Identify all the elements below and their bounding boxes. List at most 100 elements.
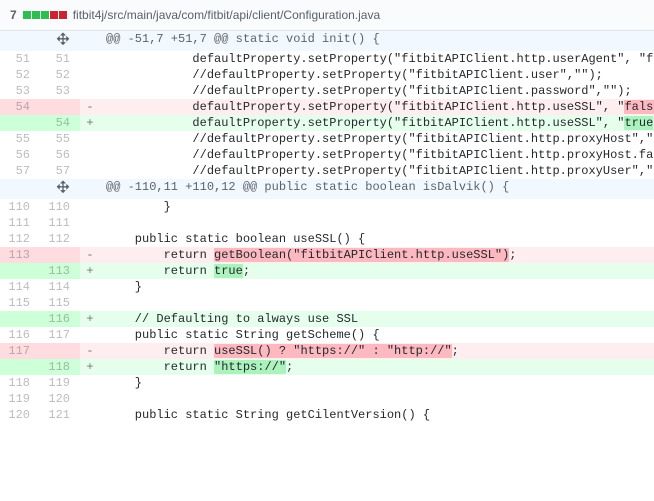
diff-line: 5555 //defaultProperty.setProperty("fitb… — [0, 131, 654, 147]
new-line-number[interactable]: 117 — [40, 327, 80, 343]
new-line-number[interactable]: 119 — [40, 375, 80, 391]
old-line-number[interactable]: 118 — [0, 375, 40, 391]
expand-hunk-button[interactable] — [0, 179, 80, 199]
new-line-number[interactable]: 52 — [40, 67, 80, 83]
diff-line: 54+ defaultProperty.setProperty("fitbitA… — [0, 115, 654, 131]
diff-line: 116117 public static String getScheme() … — [0, 327, 654, 343]
old-line-number[interactable] — [0, 359, 40, 375]
new-line-number[interactable] — [40, 99, 80, 115]
diff-marker — [80, 83, 100, 99]
diff-table: @@ -51,7 +51,7 @@ static void init() {51… — [0, 31, 654, 423]
old-line-number[interactable] — [0, 311, 40, 327]
code-content: public static String getScheme() { — [100, 327, 654, 343]
diff-line: 5151 defaultProperty.setProperty("fitbit… — [0, 51, 654, 67]
old-line-number[interactable]: 119 — [0, 391, 40, 407]
diff-marker — [80, 375, 100, 391]
new-line-number[interactable]: 113 — [40, 263, 80, 279]
new-line-number[interactable] — [40, 343, 80, 359]
old-line-number[interactable] — [0, 115, 40, 131]
diff-marker — [80, 407, 100, 423]
code-content: } — [100, 279, 654, 295]
new-line-number[interactable]: 57 — [40, 163, 80, 179]
file-path[interactable]: fitbit4j/src/main/java/com/fitbit/api/cl… — [73, 8, 380, 22]
diff-block-add — [41, 11, 49, 19]
expand-hunk-button[interactable] — [0, 31, 80, 51]
code-content: //defaultProperty.setProperty("fitbitAPI… — [100, 131, 654, 147]
new-line-number[interactable]: 53 — [40, 83, 80, 99]
diff-line: 113+ return true; — [0, 263, 654, 279]
code-content: } — [100, 375, 654, 391]
diff-line: 5353 //defaultProperty.setProperty("fitb… — [0, 83, 654, 99]
hunk-header: @@ -51,7 +51,7 @@ static void init() { — [100, 31, 654, 51]
code-content: public static boolean useSSL() { — [100, 231, 654, 247]
new-line-number[interactable]: 120 — [40, 391, 80, 407]
code-content: defaultProperty.setProperty("fitbitAPICl… — [100, 115, 654, 131]
diff-marker — [80, 131, 100, 147]
old-line-number[interactable]: 115 — [0, 295, 40, 311]
code-content: //defaultProperty.setProperty("fitbitAPI… — [100, 83, 654, 99]
diff-block-add — [32, 11, 40, 19]
inline-diff-highlight: true — [624, 116, 653, 130]
code-content: // Defaulting to always use SSL — [100, 311, 654, 327]
diff-line: 118119 } — [0, 375, 654, 391]
old-line-number[interactable]: 53 — [0, 83, 40, 99]
diff-marker: - — [80, 99, 100, 115]
code-content: //defaultProperty.setProperty("fitbitAPI… — [100, 67, 654, 83]
diff-line: 112112 public static boolean useSSL() { — [0, 231, 654, 247]
diff-change-count: 7 — [10, 8, 17, 22]
diff-marker: + — [80, 263, 100, 279]
new-line-number[interactable]: 56 — [40, 147, 80, 163]
old-line-number[interactable]: 117 — [0, 343, 40, 359]
diff-marker — [80, 199, 100, 215]
old-line-number[interactable]: 114 — [0, 279, 40, 295]
diff-block-del — [50, 11, 58, 19]
old-line-number[interactable]: 51 — [0, 51, 40, 67]
diff-marker — [80, 391, 100, 407]
diff-line: 120121 public static String getCilentVer… — [0, 407, 654, 423]
diff-line: 117- return useSSL() ? "https://" : "htt… — [0, 343, 654, 359]
code-content: return "https://"; — [100, 359, 654, 375]
old-line-number[interactable]: 56 — [0, 147, 40, 163]
new-line-number[interactable]: 118 — [40, 359, 80, 375]
old-line-number[interactable]: 116 — [0, 327, 40, 343]
new-line-number[interactable]: 111 — [40, 215, 80, 231]
diff-block-del — [59, 11, 67, 19]
old-line-number[interactable]: 55 — [0, 131, 40, 147]
new-line-number[interactable]: 112 — [40, 231, 80, 247]
new-line-number[interactable]: 116 — [40, 311, 80, 327]
new-line-number[interactable]: 51 — [40, 51, 80, 67]
diff-line: 114114 } — [0, 279, 654, 295]
code-content: defaultProperty.setProperty("fitbitAPICl… — [100, 99, 654, 115]
new-line-number[interactable]: 114 — [40, 279, 80, 295]
diff-line: 118+ return "https://"; — [0, 359, 654, 375]
code-content: return getBoolean("fitbitAPIClient.http.… — [100, 247, 654, 263]
old-line-number[interactable]: 113 — [0, 247, 40, 263]
old-line-number[interactable]: 110 — [0, 199, 40, 215]
old-line-number[interactable]: 52 — [0, 67, 40, 83]
new-line-number[interactable]: 115 — [40, 295, 80, 311]
old-line-number[interactable] — [0, 263, 40, 279]
new-line-number[interactable]: 110 — [40, 199, 80, 215]
diff-block-add — [23, 11, 31, 19]
old-line-number[interactable]: 54 — [0, 99, 40, 115]
diff-line: 119120 — [0, 391, 654, 407]
old-line-number[interactable]: 120 — [0, 407, 40, 423]
new-line-number[interactable]: 54 — [40, 115, 80, 131]
code-content: //defaultProperty.setProperty("fitbitAPI… — [100, 147, 654, 163]
new-line-number[interactable]: 55 — [40, 131, 80, 147]
inline-diff-highlight: useSSL() ? "https://" : "http://" — [214, 344, 452, 358]
code-content — [100, 215, 654, 231]
diff-marker — [80, 67, 100, 83]
new-line-number[interactable]: 121 — [40, 407, 80, 423]
inline-diff-highlight: false — [624, 100, 654, 114]
old-line-number[interactable]: 112 — [0, 231, 40, 247]
old-line-number[interactable]: 57 — [0, 163, 40, 179]
diff-line: 115115 — [0, 295, 654, 311]
diff-marker: + — [80, 359, 100, 375]
new-line-number[interactable] — [40, 247, 80, 263]
diff-marker — [80, 279, 100, 295]
diff-line: 111111 — [0, 215, 654, 231]
code-content — [100, 391, 654, 407]
hunk-marker — [80, 179, 100, 199]
old-line-number[interactable]: 111 — [0, 215, 40, 231]
